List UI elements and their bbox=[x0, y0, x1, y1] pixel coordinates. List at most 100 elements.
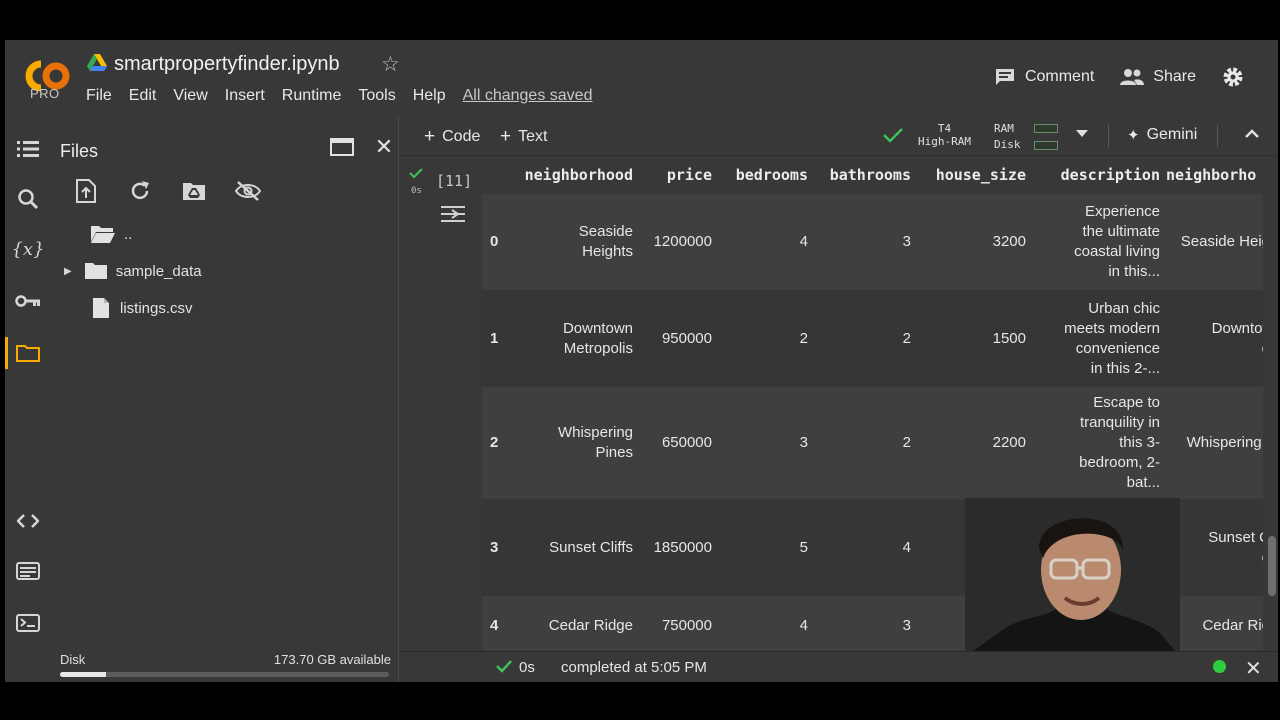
command-palette-icon[interactable] bbox=[15, 558, 41, 584]
cell-price: 1200000 bbox=[653, 233, 712, 250]
google-drive-icon[interactable] bbox=[87, 54, 107, 72]
cell-line: meets modern bbox=[1064, 319, 1160, 337]
menu-edit[interactable]: Edit bbox=[129, 87, 157, 105]
hide-files-icon[interactable] bbox=[235, 178, 261, 204]
cell-line: in this 2-... bbox=[1090, 359, 1160, 377]
tree-item-sample-data[interactable]: ▶ sample_data bbox=[64, 258, 202, 284]
divider bbox=[1108, 125, 1109, 147]
refresh-icon[interactable] bbox=[127, 178, 153, 204]
table-row: 0 Seaside Heights 1200000 4 3 3200 Experience th… bbox=[482, 194, 1263, 290]
tree-item-parent[interactable]: .. bbox=[90, 221, 132, 247]
cell-line: Sunset C bbox=[1208, 528, 1263, 546]
tree-item-label: .. bbox=[124, 225, 133, 243]
close-panel-icon[interactable]: ✕ bbox=[371, 134, 397, 160]
cell-bathrooms: 3 bbox=[902, 617, 911, 634]
tree-item-listings-csv[interactable]: listings.csv bbox=[92, 295, 193, 321]
cell-line: Seaside Heig bbox=[1180, 233, 1263, 250]
runtime-ram-tier: High-RAM bbox=[918, 135, 971, 148]
gemini-label: Gemini bbox=[1146, 126, 1198, 143]
menu-file[interactable]: File bbox=[86, 87, 112, 105]
runtime-type[interactable]: T4 High-RAM bbox=[918, 122, 971, 148]
folder-icon[interactable] bbox=[15, 340, 41, 366]
cell-line: coastal living bbox=[1074, 243, 1160, 260]
variables-icon[interactable]: {x} bbox=[11, 236, 44, 262]
terminal-icon[interactable] bbox=[15, 610, 41, 636]
cell-success-icon bbox=[409, 168, 423, 179]
output-scrollbar[interactable] bbox=[1268, 536, 1276, 596]
disk-usage-bar bbox=[60, 672, 389, 677]
pro-badge: PRO bbox=[30, 86, 60, 101]
menu-insert[interactable]: Insert bbox=[225, 87, 265, 105]
col-header-bathrooms: bathrooms bbox=[829, 166, 911, 184]
search-icon[interactable] bbox=[15, 186, 41, 212]
upload-file-icon[interactable] bbox=[73, 178, 99, 204]
status-check-icon bbox=[496, 660, 512, 673]
notebook-title[interactable]: smartpropertyfinder.ipynb bbox=[114, 53, 340, 76]
save-status-link[interactable]: All changes saved bbox=[463, 87, 593, 105]
menu-bar: File Edit View Insert Runtime Tools Help… bbox=[86, 87, 609, 105]
connection-status-dot bbox=[1213, 660, 1226, 673]
menu-help[interactable]: Help bbox=[413, 87, 446, 105]
cell-neighborhood: Downtown Metropolis bbox=[503, 290, 633, 387]
gemini-button[interactable]: ✦ Gemini bbox=[1127, 126, 1197, 144]
disk-label: Disk bbox=[994, 138, 1021, 151]
mount-drive-icon[interactable] bbox=[181, 178, 207, 204]
row-index: 1 bbox=[490, 329, 499, 347]
share-button[interactable]: Share bbox=[1120, 68, 1196, 86]
files-toolbar bbox=[73, 178, 261, 204]
open-folder-icon bbox=[91, 226, 115, 243]
cell-price: 950000 bbox=[661, 329, 712, 347]
tree-item-label: listings.csv bbox=[120, 299, 193, 317]
cell-description: Escape to tranquility in this 3- bedroom, 2… bbox=[1040, 387, 1160, 499]
comment-button[interactable]: Comment bbox=[994, 67, 1094, 87]
add-code-label: Code bbox=[442, 128, 481, 145]
people-icon bbox=[1120, 69, 1145, 85]
row-index: 0 bbox=[490, 233, 499, 250]
cell-exec-count[interactable]: [11] bbox=[436, 172, 472, 190]
cell-bathrooms: 4 bbox=[902, 538, 911, 556]
ram-meter bbox=[1034, 124, 1058, 133]
col-header-description: description bbox=[1060, 166, 1160, 184]
cell-bathrooms: 2 bbox=[902, 329, 911, 347]
add-text-button[interactable]: + Text bbox=[500, 126, 547, 148]
cell-neighborhood-2: Sunset C o bbox=[1170, 499, 1263, 596]
menu-runtime[interactable]: Runtime bbox=[282, 87, 342, 105]
cell-bedrooms: 4 bbox=[799, 233, 808, 250]
cell-neighborhood-2: Whispering I bbox=[1170, 387, 1263, 499]
col-header-neighborhood: neighborhood bbox=[524, 166, 633, 184]
presenter-image bbox=[965, 498, 1180, 657]
open-in-tab-icon[interactable] bbox=[329, 134, 355, 160]
menu-view[interactable]: View bbox=[173, 87, 207, 105]
output-actions-icon[interactable] bbox=[440, 204, 466, 224]
cell-house-size: 3200 bbox=[992, 233, 1026, 250]
star-icon[interactable]: ☆ bbox=[381, 52, 400, 77]
disk-meter bbox=[1034, 141, 1058, 150]
expand-arrow-icon[interactable]: ▶ bbox=[64, 266, 72, 277]
cell-neighborhood: Cedar Ridge bbox=[503, 596, 633, 651]
cell-line: Sunset Cliffs bbox=[549, 538, 633, 556]
cell-line: bat... bbox=[1126, 474, 1160, 491]
menu-tools[interactable]: Tools bbox=[358, 87, 395, 105]
settings-button[interactable] bbox=[1222, 66, 1244, 88]
cell-description: Urban chic meets modern convenience in this… bbox=[1040, 290, 1160, 387]
key-icon[interactable] bbox=[15, 288, 41, 314]
runtime-dropdown-icon[interactable] bbox=[1076, 130, 1088, 137]
code-snippets-icon[interactable] bbox=[15, 508, 41, 534]
cell-neighborhood-2: Downtov e bbox=[1170, 290, 1263, 387]
active-indicator bbox=[5, 337, 8, 369]
header: PRO smartpropertyfinder.ipynb ☆ File Edi… bbox=[5, 40, 1278, 116]
close-status-icon[interactable]: ✕ bbox=[1245, 656, 1262, 681]
table-of-contents-icon[interactable] bbox=[15, 136, 41, 162]
chevron-up-icon[interactable] bbox=[1243, 125, 1261, 143]
resource-monitor[interactable]: RAM Disk bbox=[994, 121, 1021, 153]
cell-bathrooms: 2 bbox=[902, 434, 911, 451]
folder-icon bbox=[84, 263, 107, 279]
cell-bedrooms: 2 bbox=[799, 329, 808, 347]
status-exec-time: 0s bbox=[519, 659, 535, 676]
add-code-button[interactable]: + Code bbox=[424, 126, 480, 148]
cell-line: Downtov bbox=[1211, 319, 1263, 337]
cell-line: Cedar Ridge bbox=[548, 617, 633, 634]
notebook-toolbar: + Code + Text T4 High-RAM RAM Disk ✦ Gem… bbox=[400, 116, 1278, 156]
header-actions: Comment Share bbox=[968, 66, 1244, 88]
cell-neighborhood: Seaside Heights bbox=[503, 194, 633, 290]
